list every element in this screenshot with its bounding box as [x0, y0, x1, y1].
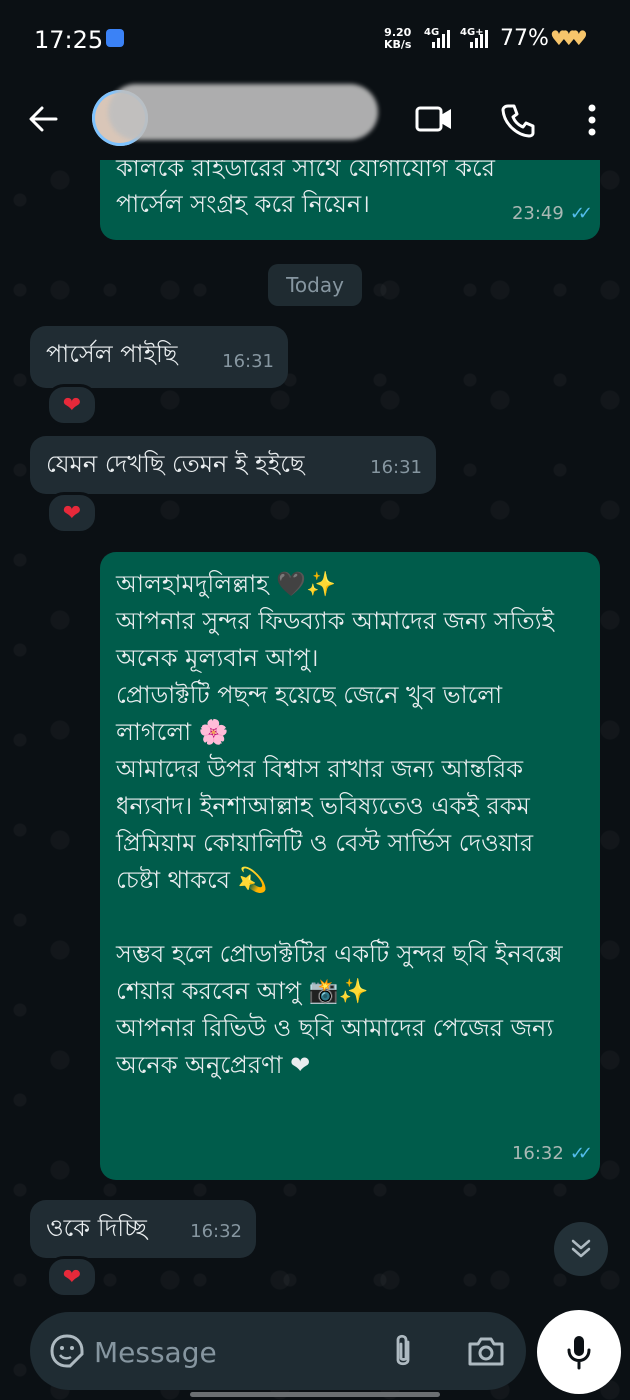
- message-meta: 16:31: [370, 450, 422, 486]
- message-input[interactable]: [92, 1330, 366, 1374]
- arrow-left-icon[interactable]: [26, 102, 60, 136]
- message-bubble-outgoing[interactable]: আলহামদুলিল্লাহ 🖤✨ আপনার সুন্দর ফিডব্যাক …: [100, 552, 600, 1180]
- notification-app-icon: [106, 29, 124, 47]
- message-text: আলহামদুলিল্লাহ 🖤✨ আপনার সুন্দর ফিডব্যাক …: [116, 570, 563, 1079]
- message-time: 23:49: [511, 203, 564, 224]
- message-bubble-incoming[interactable]: ওকে দিচ্ছি 16:32: [30, 1200, 256, 1258]
- message-meta: 16:32: [190, 1214, 242, 1250]
- reaction-heart-icon[interactable]: ❤: [46, 492, 98, 534]
- voice-message-button[interactable]: [537, 1310, 621, 1394]
- net-speed-unit: KB/s: [384, 38, 412, 51]
- network-speed: 9.20 KB/s: [384, 27, 411, 51]
- battery-percent: 77%: [500, 26, 549, 51]
- double-chevron-down-icon: [571, 1239, 591, 1258]
- message-meta: 23:49 ✓✓: [511, 196, 593, 232]
- sticker-emoji-icon[interactable]: [48, 1332, 86, 1370]
- home-indicator: [190, 1392, 440, 1397]
- message-meta: 16:31: [222, 344, 274, 380]
- read-ticks-icon: ✓✓: [569, 1143, 593, 1164]
- date-separator: Today: [268, 264, 362, 306]
- message-time: 16:31: [222, 351, 274, 372]
- message-bubble-incoming[interactable]: যেমন দেখছি তেমন ই হইছে 16:31: [30, 436, 436, 494]
- attach-paperclip-icon[interactable]: [386, 1332, 420, 1372]
- camera-icon[interactable]: [466, 1334, 506, 1368]
- phone-icon[interactable]: [500, 102, 536, 138]
- contact-name-redacted[interactable]: [108, 84, 378, 140]
- reaction-heart-icon[interactable]: ❤: [46, 1256, 98, 1298]
- message-time: 16:32: [511, 1143, 564, 1164]
- reaction-heart-icon[interactable]: ❤: [46, 384, 98, 426]
- message-text: কালকে রাইডারের সাথে যোগাযোগ করে পার্সেল …: [116, 154, 495, 218]
- read-ticks-icon: ✓✓: [569, 203, 593, 224]
- video-call-icon[interactable]: [414, 102, 454, 136]
- battery-hearts-icon: ♥♥♥: [550, 26, 588, 50]
- signal-icon: [470, 28, 494, 48]
- status-bar: 17:25 9.20 KB/s 4G 4G+ 77% ♥♥♥: [0, 0, 630, 80]
- more-vert-icon[interactable]: [585, 102, 599, 138]
- message-meta: 16:32 ✓✓: [511, 1136, 593, 1172]
- message-time: 16:31: [370, 457, 422, 478]
- status-time: 17:25: [34, 26, 104, 54]
- mic-icon: [567, 1336, 591, 1370]
- chat-header: [0, 80, 630, 160]
- signal-icon: [432, 28, 456, 48]
- message-bubble-incoming[interactable]: পার্সেল পাইছি 16:31: [30, 326, 288, 388]
- scroll-to-bottom-button[interactable]: [554, 1222, 608, 1276]
- message-composer: [30, 1312, 526, 1390]
- message-text: যেমন দেখছি তেমন ই হইছে: [46, 450, 305, 478]
- message-time: 16:32: [190, 1221, 242, 1242]
